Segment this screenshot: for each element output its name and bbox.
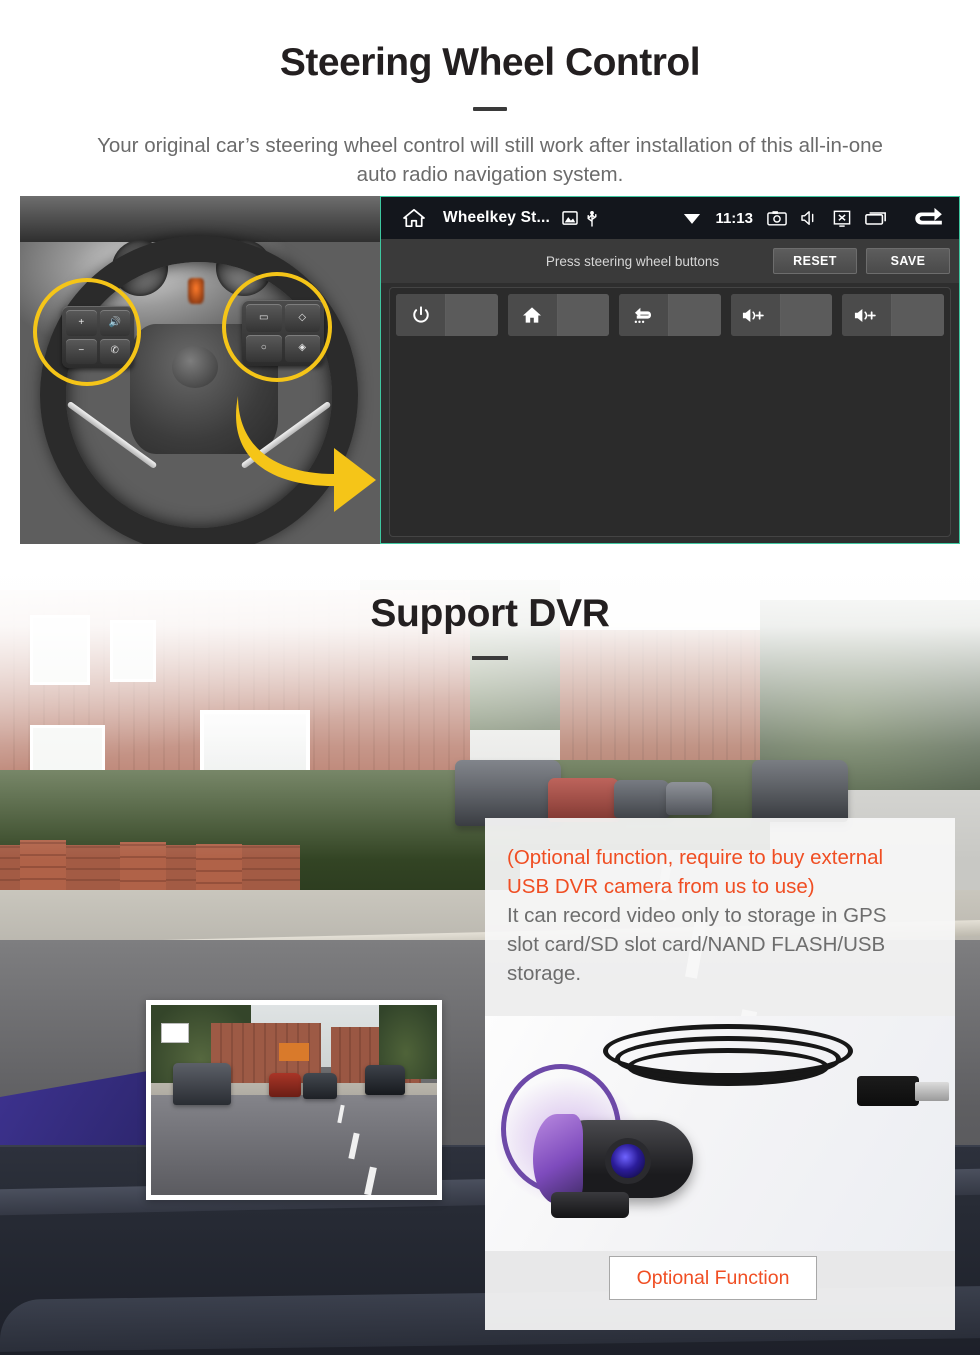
key-value-power [446,294,498,336]
preview-vehicle [303,1073,337,1099]
key-value-volume-up-1 [780,294,833,336]
android-head-unit-screen[interactable]: Wheelkey St... 11:13 Press steering whee… [380,196,960,544]
dvr-info-card: (Optional function, require to buy exter… [485,818,955,1330]
storage-note-line-2: slot card/SD slot card/NAND FLASH/USB [507,932,886,956]
recent-apps-icon[interactable] [865,211,887,226]
camera-collar [533,1114,583,1204]
key-value-volume-up-2 [892,294,944,336]
yellow-arrow-icon [236,396,376,512]
steering-content-row: + 🔊 − ✆ ▭ ◇ ○ ◈ Wheelkey St... 11:13 Pre… [20,196,960,544]
toolbar-hint-text: Press steering wheel buttons [545,253,720,269]
camera-lens [611,1144,645,1178]
camera-mount-bracket [551,1192,629,1218]
usb-dvr-camera-photo [485,1016,955,1251]
cable-coil [627,1048,829,1086]
volume-mute-icon[interactable] [801,210,819,226]
back-arrow-icon[interactable] [911,206,945,230]
airbag-center [172,346,218,388]
preview-orange-building [279,1043,309,1061]
power-icon [396,294,446,336]
reset-button[interactable]: RESET [773,248,857,274]
steering-wheel-photo: + 🔊 − ✆ ▭ ◇ ○ ◈ [20,196,380,544]
status-bar-right-group: 11:13 [683,206,945,230]
highlight-ring-left [33,278,141,386]
app-title: Wheelkey St... [443,209,551,226]
screen-off-icon[interactable] [833,210,851,227]
title-divider [473,106,507,111]
back-icon [619,294,670,336]
storage-note-line-1: It can record video only to storage in G… [507,903,887,927]
home-icon[interactable] [403,208,425,228]
key-mapping-cell-back[interactable] [619,294,721,336]
key-mapping-area [389,287,951,537]
home-icon [507,294,558,336]
key-value-back [669,294,721,336]
wheelkey-toolbar: Press steering wheel buttons RESET SAVE [381,239,959,283]
usb-connector [857,1076,919,1106]
key-mapping-cell-volume-up-2[interactable] [842,294,944,336]
image-icon [562,211,578,225]
preview-vehicle [365,1065,405,1095]
android-status-bar: Wheelkey St... 11:13 [381,197,959,239]
page-title: Steering Wheel Control [279,41,701,84]
preview-vehicle [269,1073,301,1097]
wifi-icon [683,211,701,225]
key-mapping-cell-volume-up-1[interactable] [730,294,833,336]
dvr-title: Support DVR [370,592,610,635]
preview-vehicle [173,1063,231,1105]
usb-icon [586,210,598,227]
optional-note-line-2: USB DVR camera from us to use) [507,874,815,898]
screenshot-camera-icon[interactable] [767,210,787,226]
volume-up-icon [842,294,893,336]
preview-street-sign [161,1023,189,1043]
usb-connector-tip [915,1082,949,1101]
key-mapping-row [396,294,944,336]
dvr-card-text: (Optional function, require to buy exter… [485,818,955,988]
key-value-home [557,294,610,336]
optional-note-line-1: (Optional function, require to buy exter… [507,846,884,869]
dvr-title-divider [472,656,508,660]
optional-function-button[interactable]: Optional Function [609,1256,817,1300]
status-bar-clock: 11:13 [715,209,753,227]
storage-note-line-3: storage. [507,961,582,985]
volume-up-icon [730,294,781,336]
key-mapping-cell-home[interactable] [507,294,610,336]
key-mapping-cell-power[interactable] [396,294,498,336]
section-subtitle: Your original car’s steering wheel contr… [97,133,883,186]
highlight-ring-right [222,272,332,382]
save-button[interactable]: SAVE [866,248,950,274]
dvr-video-preview [146,1000,442,1200]
preview-road [151,1095,437,1195]
steering-wheel-control-section: Steering Wheel Control Your original car… [0,0,980,560]
